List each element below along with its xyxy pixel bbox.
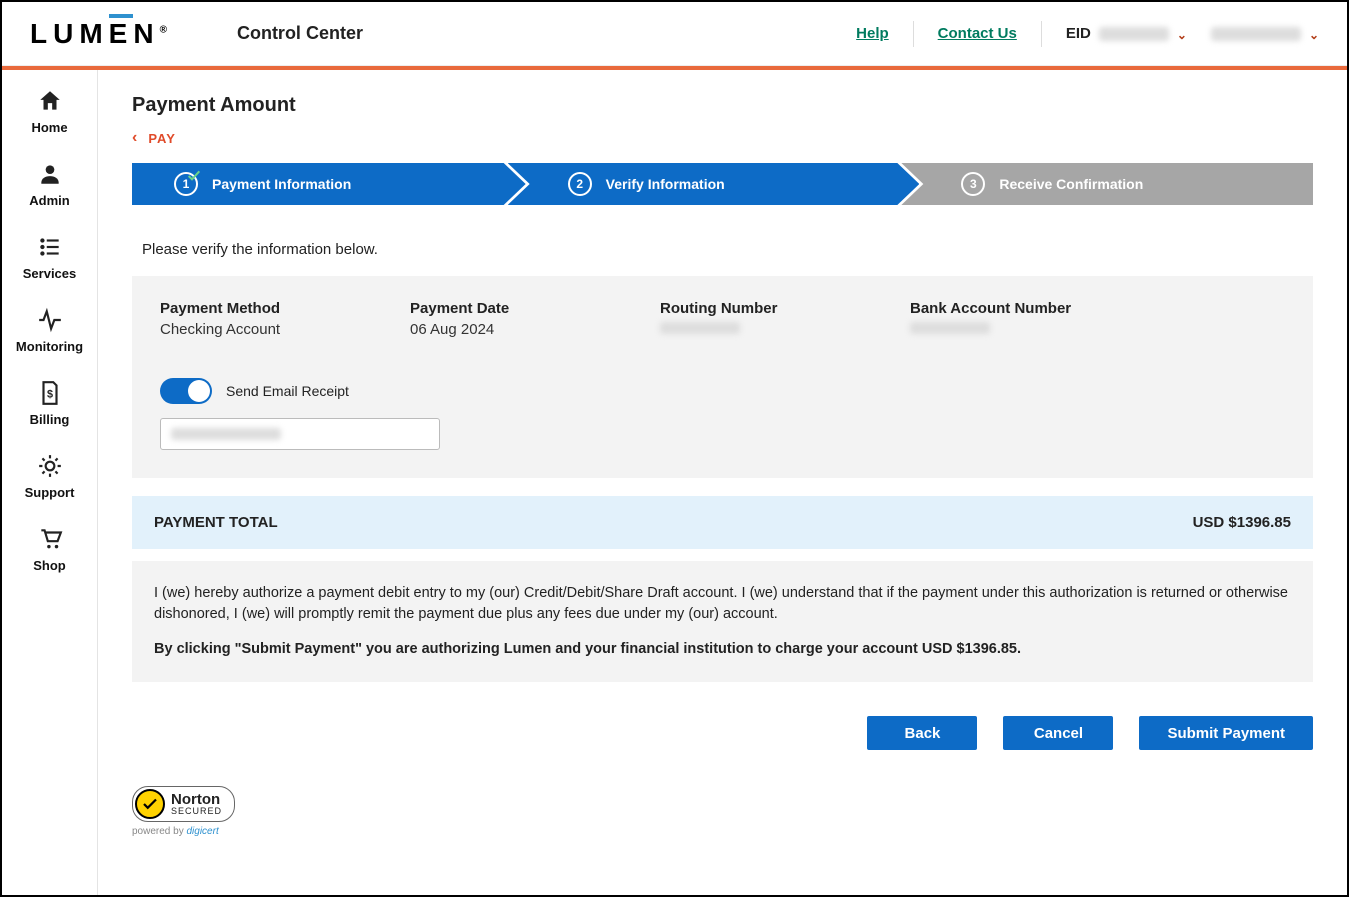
step-confirmation: 3 Receive Confirmation — [901, 163, 1313, 205]
cart-icon — [37, 526, 63, 552]
logo: LUMEN® — [30, 18, 167, 50]
step-payment-info: 1 Payment Information — [132, 163, 526, 205]
kv-payment-date: Payment Date 06 Aug 2024 — [410, 300, 620, 338]
app-title: Control Center — [237, 23, 363, 44]
step-check-icon: 1 — [174, 172, 198, 196]
sidebar-item-label: Home — [31, 120, 67, 135]
kv-routing: Routing Number — [660, 300, 870, 338]
verify-intro: Please verify the information below. — [142, 241, 1303, 258]
receipt-email-input[interactable] — [160, 418, 440, 450]
step-number-icon: 3 — [961, 172, 985, 196]
sidebar-item-admin[interactable]: Admin — [5, 161, 95, 208]
breadcrumb-back[interactable]: ‹ PAY — [132, 129, 1313, 147]
step-verify-info: 2 Verify Information — [508, 163, 920, 205]
contact-link[interactable]: Contact Us — [938, 25, 1017, 42]
verify-panel: Payment Method Checking Account Payment … — [132, 276, 1313, 478]
pulse-icon — [37, 307, 63, 333]
action-buttons: Back Cancel Submit Payment — [132, 716, 1313, 750]
help-link[interactable]: Help — [856, 25, 889, 42]
chevron-down-icon: ⌄ — [1177, 28, 1187, 42]
norton-secured-badge[interactable]: Norton SECURED powered by digicert — [132, 786, 235, 837]
list-icon — [37, 234, 63, 260]
chevron-left-icon: ‹ — [132, 129, 138, 147]
eid-dropdown[interactable]: EID ⌄ — [1066, 25, 1187, 42]
sidebar-item-shop[interactable]: Shop — [5, 526, 95, 573]
svg-text:$: $ — [46, 388, 52, 400]
send-receipt-toggle[interactable] — [160, 378, 212, 404]
gear-user-icon — [37, 453, 63, 479]
payment-total-value: USD $1396.85 — [1193, 514, 1291, 531]
kv-account: Bank Account Number — [910, 300, 1120, 338]
account-dropdown[interactable]: ⌄ — [1211, 27, 1319, 41]
sidebar-item-label: Admin — [29, 193, 69, 208]
cancel-button[interactable]: Cancel — [1003, 716, 1113, 750]
sidebar-item-billing[interactable]: $ Billing — [5, 380, 95, 427]
invoice-icon: $ — [37, 380, 63, 406]
sidebar: Home Admin Services Monitoring $ Billing… — [2, 70, 98, 895]
main-content: Payment Amount ‹ PAY 1 Payment Informati… — [98, 70, 1347, 895]
progress-steps: 1 Payment Information 2 Verify Informati… — [132, 163, 1313, 205]
back-button[interactable]: Back — [867, 716, 977, 750]
page-title: Payment Amount — [132, 94, 1313, 117]
step-number-icon: 2 — [568, 172, 592, 196]
authorization-disclaimer: I (we) hereby authorize a payment debit … — [132, 561, 1313, 682]
checkmark-icon — [135, 789, 165, 819]
header: LUMEN® Control Center Help Contact Us EI… — [2, 2, 1347, 66]
sidebar-item-label: Shop — [33, 558, 66, 573]
chevron-down-icon: ⌄ — [1309, 28, 1319, 42]
user-icon — [37, 161, 63, 187]
send-receipt-label: Send Email Receipt — [226, 383, 349, 399]
sidebar-item-label: Monitoring — [16, 339, 83, 354]
payment-total-bar: PAYMENT TOTAL USD $1396.85 — [132, 496, 1313, 549]
sidebar-item-support[interactable]: Support — [5, 453, 95, 500]
sidebar-item-monitoring[interactable]: Monitoring — [5, 307, 95, 354]
sidebar-item-label: Services — [23, 266, 77, 281]
home-icon — [37, 88, 63, 114]
submit-payment-button[interactable]: Submit Payment — [1139, 716, 1313, 750]
sidebar-item-services[interactable]: Services — [5, 234, 95, 281]
sidebar-item-label: Support — [25, 485, 75, 500]
sidebar-item-home[interactable]: Home — [5, 88, 95, 135]
sidebar-item-label: Billing — [30, 412, 70, 427]
kv-payment-method: Payment Method Checking Account — [160, 300, 370, 338]
